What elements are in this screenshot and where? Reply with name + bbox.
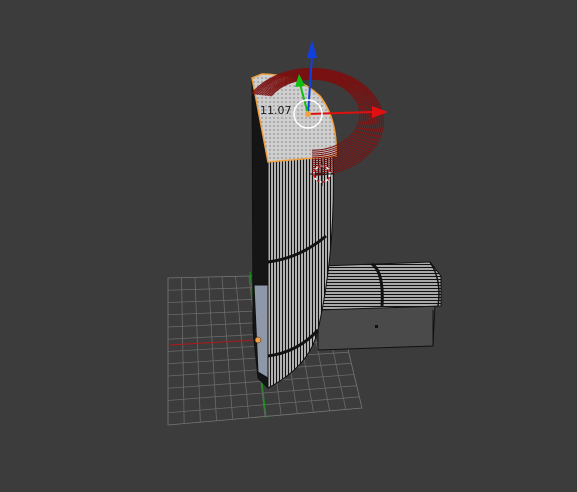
- world-x-axis-line: [169, 339, 259, 346]
- mesh-branch[interactable]: [317, 261, 442, 351]
- object-origin-icon[interactable]: [254, 336, 262, 344]
- 3d-viewport[interactable]: 11.07: [0, 0, 577, 492]
- viewport-scene[interactable]: [0, 0, 577, 492]
- dimension-readout: 11.07: [260, 104, 292, 117]
